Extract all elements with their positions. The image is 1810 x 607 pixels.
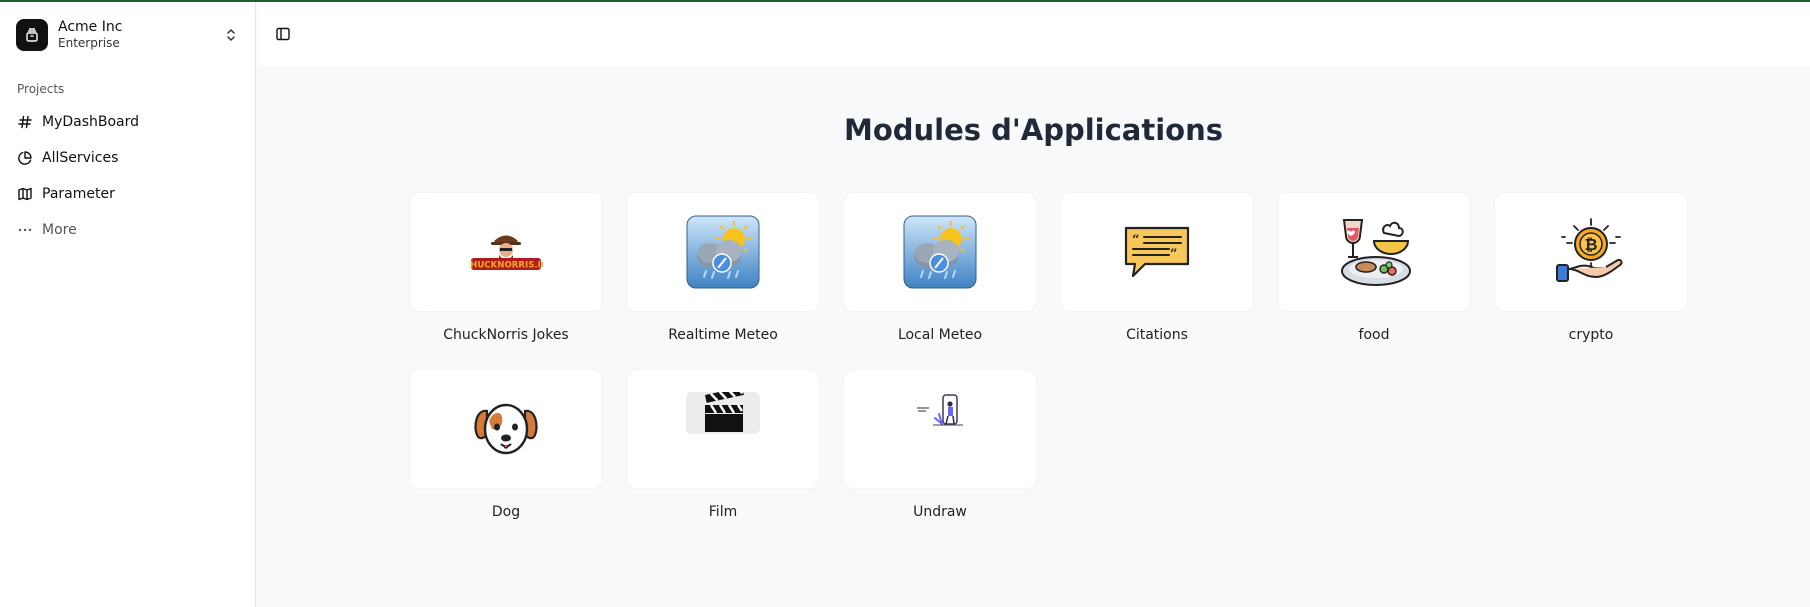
top-bar — [257, 2, 1810, 66]
module-card-local-meteo[interactable]: Local Meteo — [843, 192, 1037, 343]
quote-bubble-icon: “ ” — [1124, 226, 1190, 278]
clapperboard-icon — [686, 392, 760, 434]
page-title: Modules d'Applications — [843, 113, 1224, 147]
sidebar-item-label: Parameter — [42, 186, 115, 202]
sidebar-item-more[interactable]: More — [0, 212, 255, 248]
module-card-citations[interactable]: “ ” Citations — [1060, 192, 1254, 343]
modules-grid: CHUCKNORRIS.IO ChuckNorris Jokes — [409, 192, 1688, 520]
module-card-dog[interactable]: Dog — [409, 369, 603, 520]
module-label: Citations — [1126, 327, 1188, 343]
team-plan: Enterprise — [58, 36, 120, 51]
sidebar-toggle-button[interactable] — [271, 22, 295, 46]
box-icon — [16, 19, 48, 51]
module-label: Local Meteo — [897, 327, 983, 343]
module-label: crypto — [1568, 327, 1614, 343]
sidebar-item-allservices[interactable]: AllServices — [0, 140, 255, 176]
module-card-chucknorris-jokes[interactable]: CHUCKNORRIS.IO ChuckNorris Jokes — [409, 192, 603, 343]
module-label: Undraw — [913, 504, 967, 520]
team-name: Acme Inc — [58, 18, 123, 35]
map-icon — [18, 187, 32, 201]
module-card-crypto[interactable]: ₿ crypto — [1494, 192, 1688, 343]
svg-text:CHUCKNORRIS.IO: CHUCKNORRIS.IO — [469, 261, 543, 271]
bitcoin-hand-icon: ₿ — [1556, 218, 1623, 282]
chevrons-up-down-icon — [227, 29, 235, 41]
sidebar-toggle-icon — [276, 27, 290, 41]
sidebar-item-label: More — [42, 222, 77, 238]
sidebar-item-parameter[interactable]: Parameter — [0, 176, 255, 212]
hash-icon — [18, 115, 32, 129]
module-label: food — [1358, 327, 1390, 343]
team-switcher[interactable]: Acme Inc Enterprise — [0, 2, 255, 68]
module-card-realtime-meteo[interactable]: Realtime Meteo — [626, 192, 820, 343]
module-card-undraw[interactable]: Undraw — [843, 369, 1037, 520]
module-label: Dog — [491, 504, 521, 520]
dog-icon — [474, 403, 538, 455]
svg-text:”: ” — [1170, 247, 1177, 262]
sidebar-item-mydashboard[interactable]: MyDashBoard — [0, 104, 255, 140]
chucknorris-logo-icon: CHUCKNORRIS.IO — [469, 235, 543, 271]
weather-icon — [686, 215, 760, 289]
pie-chart-icon — [18, 151, 32, 165]
food-icon — [1341, 219, 1411, 286]
module-label: Realtime Meteo — [668, 327, 778, 343]
svg-text:₿: ₿ — [1584, 235, 1597, 254]
module-label: Film — [708, 504, 738, 520]
sidebar-item-label: MyDashBoard — [42, 114, 140, 130]
sidebar: Acme Inc Enterprise Projects MyDashBoard… — [0, 2, 256, 607]
undraw-illustration-icon — [917, 394, 963, 426]
module-card-film[interactable]: Film — [626, 369, 820, 520]
more-horizontal-icon — [18, 228, 32, 232]
projects-group-label: Projects — [17, 82, 65, 96]
module-card-food[interactable]: food — [1277, 192, 1471, 343]
svg-text:“: “ — [1132, 233, 1139, 248]
weather-icon — [903, 215, 977, 289]
module-label: ChuckNorris Jokes — [443, 327, 569, 343]
sidebar-item-label: AllServices — [42, 150, 119, 166]
